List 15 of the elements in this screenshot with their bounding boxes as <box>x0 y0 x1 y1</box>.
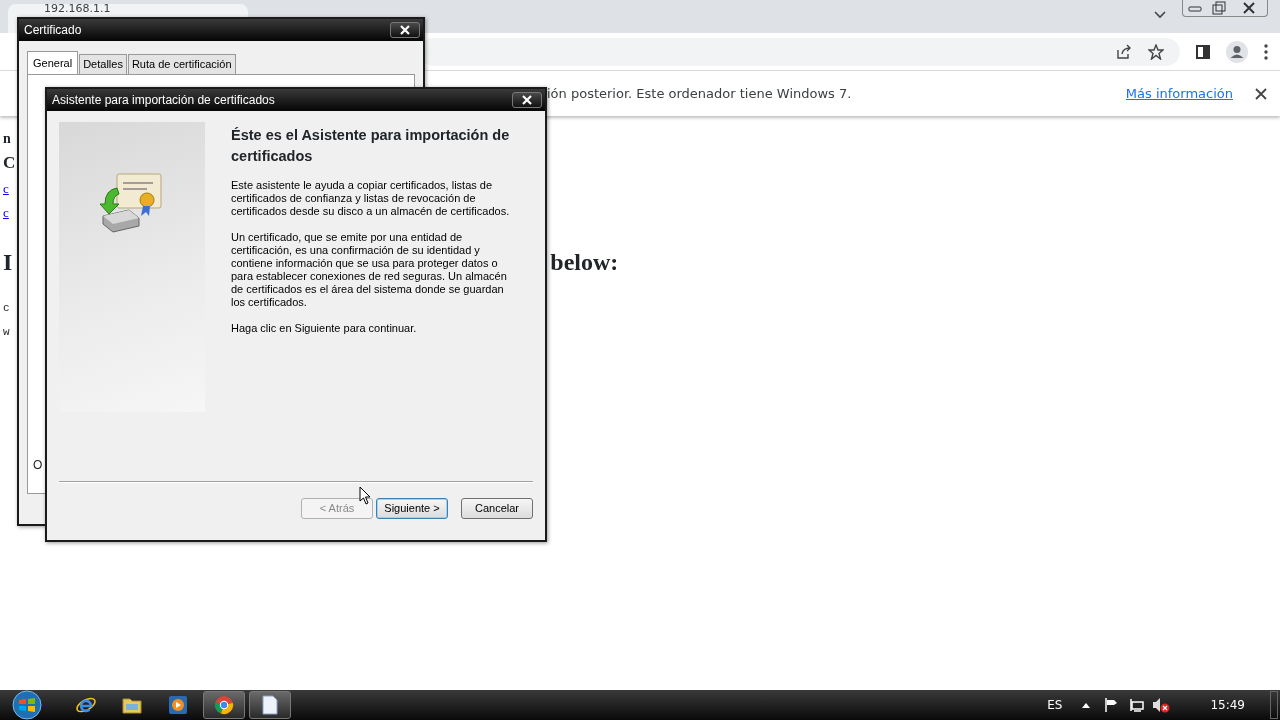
page-heading: C <box>3 153 16 172</box>
page-heading: I <box>3 247 13 277</box>
wizard-heading: Éste es el Asistente para importación de certificados <box>231 126 511 166</box>
tab-title: 192.168.1.1 <box>44 2 111 15</box>
page-heading: below: <box>550 247 619 277</box>
page-text: n <box>3 131 11 146</box>
wizard-paragraph: Este asistente le ayuda a copiar certificados, listas de certificados de confianza y listas de revocación de certificados desde su disco a un almacén de certificados. <box>231 179 511 218</box>
info-message: ión posterior. Este ordenador tiene Windows 7. <box>547 84 852 103</box>
window-title: Asistente para importación de certificados <box>52 92 275 109</box>
wizard-paragraph: Un certificado, que se emite por una entidad de certificación, es una confirmación de su identidad y contiene información que se usa para proteger datos o para establecer conexiones de red seguras. Un almacén de certificados es el área del sistema donde se guardan los certificados. <box>231 231 508 309</box>
panel-text: O <box>33 456 43 474</box>
page-text: w <box>3 325 10 338</box>
window-title: Certificado <box>24 22 82 39</box>
page-text: c <box>3 301 10 314</box>
wizard-paragraph: Haga clic en Siguiente para continuar. <box>231 322 418 335</box>
